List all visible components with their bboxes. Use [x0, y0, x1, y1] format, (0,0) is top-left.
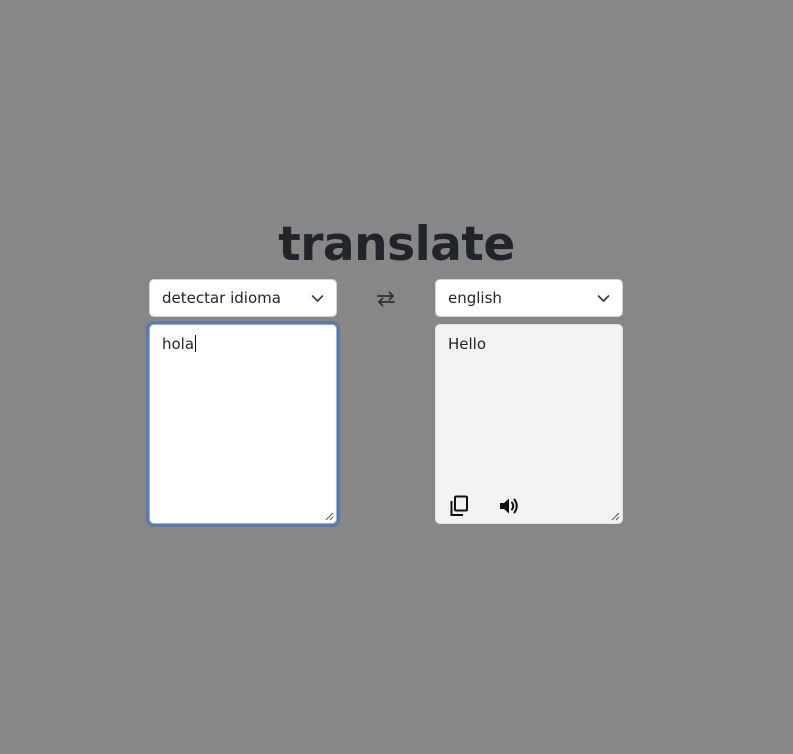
speak-button[interactable] — [498, 495, 520, 517]
translated-text-output: Hello — [435, 324, 623, 524]
source-language-select[interactable]: detectar idioma — [149, 279, 337, 317]
copy-button[interactable] — [448, 495, 470, 517]
resize-handle-icon[interactable] — [325, 512, 334, 521]
translated-text-value: Hello — [448, 335, 487, 353]
chevron-down-icon — [310, 291, 324, 305]
target-language-label: english — [448, 289, 502, 307]
page-title: translate — [278, 217, 515, 272]
copy-icon — [449, 495, 469, 517]
swap-languages-button[interactable] — [372, 287, 400, 311]
resize-handle-icon[interactable] — [611, 512, 620, 521]
speaker-icon — [498, 496, 520, 516]
source-text-input[interactable]: hola — [149, 324, 337, 524]
target-language-select[interactable]: english — [435, 279, 623, 317]
source-language-label: detectar idioma — [162, 289, 281, 307]
text-caret — [195, 335, 197, 352]
swap-arrows-icon — [376, 291, 396, 307]
translator-app: translate detectar idioma english hola H… — [0, 0, 793, 754]
source-text-value: hola — [162, 335, 195, 353]
chevron-down-icon — [596, 291, 610, 305]
